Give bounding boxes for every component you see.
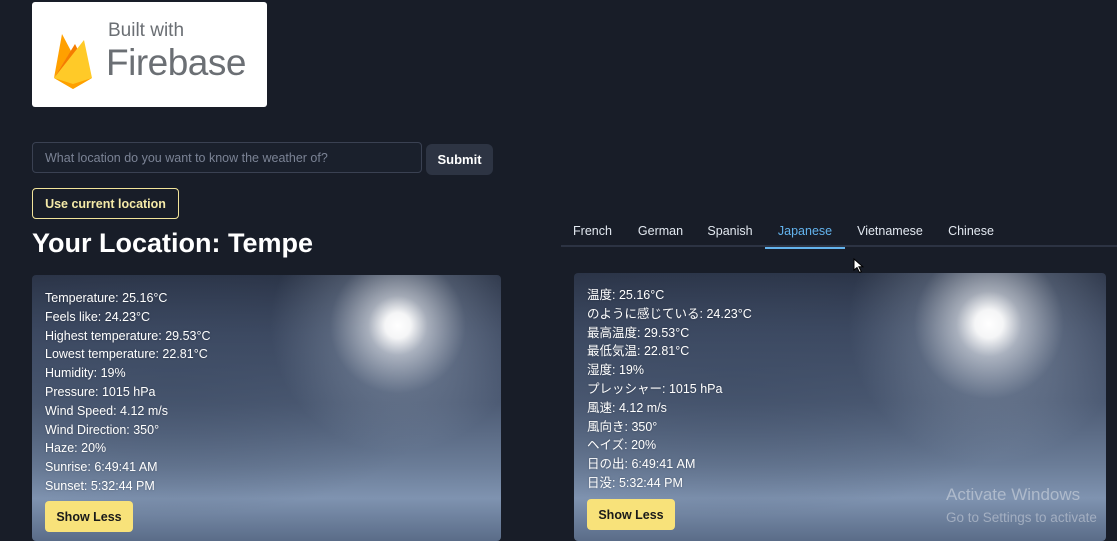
windows-activation-hint: Go to Settings to activate: [946, 510, 1097, 525]
tab-french[interactable]: French: [561, 216, 624, 247]
pressure-stat: Pressure: 1015 hPa: [45, 384, 156, 399]
wind-speed-stat: 風速: 4.12 m/s: [587, 400, 667, 415]
humidity-stat: 湿度: 19%: [587, 363, 644, 378]
lowest-temperature-stat: Lowest temperature: 22.81°C: [45, 347, 208, 362]
temperature-stat: 温度: 25.16°C: [587, 288, 665, 302]
firebase-badge: Built with Firebase: [32, 2, 267, 107]
wind-direction-stat: 風向き: 350°: [587, 419, 658, 434]
sunset-stat: Sunset: 5:32:44 PM: [45, 478, 155, 493]
weather-stats-list: Temperature: 25.16°C Feels like: 24.23°C…: [45, 289, 211, 496]
badge-built-with: Built with: [108, 20, 185, 41]
firebase-flame-icon: [54, 34, 92, 89]
mouse-cursor-icon: [853, 258, 865, 274]
feels-like-stat: Feels like: 24.23°C: [45, 309, 151, 324]
lowest-temperature-stat: 最低気温: 22.81°C: [587, 344, 690, 359]
sunrise-stat: 日の出: 6:49:41 AM: [587, 457, 696, 472]
tab-spanish[interactable]: Spanish: [697, 216, 763, 247]
translated-stats-list: 温度: 25.16°C のように感じている: 24.23°C 最高温度: 29.…: [587, 286, 752, 493]
wind-direction-stat: Wind Direction: 350°: [45, 422, 160, 437]
haze-stat: ヘイズ: 20%: [587, 438, 657, 453]
highest-temperature-stat: 最高温度: 29.53°C: [587, 325, 690, 340]
feels-like-stat: のように感じている: 24.23°C: [587, 306, 752, 321]
tab-german[interactable]: German: [624, 216, 697, 247]
temperature-stat: Temperature: 25.16°C: [45, 291, 168, 305]
language-tabs: French German Spanish Japanese Vietnames…: [561, 216, 1117, 249]
tab-chinese[interactable]: Chinese: [937, 216, 1005, 247]
location-search-input[interactable]: [32, 142, 422, 173]
badge-brand: Firebase: [106, 42, 246, 83]
highest-temperature-stat: Highest temperature: 29.53°C: [45, 328, 211, 343]
weather-card-english: Temperature: 25.16°C Feels like: 24.23°C…: [32, 275, 501, 541]
sunset-stat: 日没: 5:32:44 PM: [587, 475, 683, 490]
humidity-stat: Humidity: 19%: [45, 366, 126, 381]
show-less-button-translated[interactable]: Show Less: [587, 499, 675, 530]
tab-japanese[interactable]: Japanese: [765, 216, 845, 249]
submit-button[interactable]: Submit: [426, 144, 493, 175]
pressure-stat: プレッシャー: 1015 hPa: [587, 381, 723, 396]
show-less-button[interactable]: Show Less: [45, 501, 133, 532]
sunrise-stat: Sunrise: 6:49:41 AM: [45, 460, 158, 475]
haze-stat: Haze: 20%: [45, 441, 107, 456]
use-current-location-button[interactable]: Use current location: [32, 188, 179, 219]
wind-speed-stat: Wind Speed: 4.12 m/s: [45, 403, 168, 418]
windows-activation-title: Activate Windows: [946, 485, 1081, 504]
tab-vietnamese[interactable]: Vietnamese: [845, 216, 935, 247]
page-title: Your Location: Tempe: [32, 228, 314, 258]
